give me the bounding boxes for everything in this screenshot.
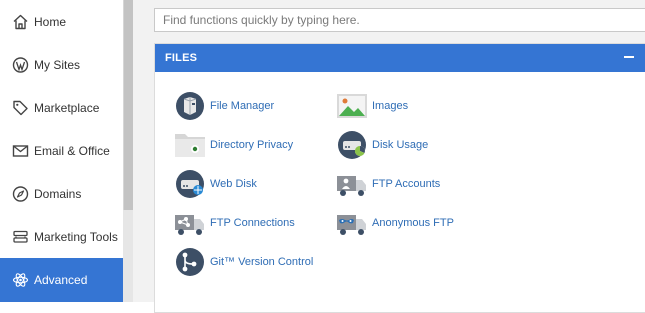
directory-privacy-link[interactable]: Directory Privacy	[174, 130, 293, 160]
compass-icon	[12, 185, 29, 202]
mail-icon	[12, 144, 29, 157]
collapse-icon[interactable]	[624, 50, 636, 64]
home-icon	[13, 14, 28, 29]
stack-icon	[13, 230, 28, 243]
ftp-accounts-label: FTP Accounts	[372, 178, 441, 190]
ftp-connections-icon	[174, 208, 206, 238]
search-input[interactable]	[154, 8, 645, 32]
file-manager-label: File Manager	[210, 100, 275, 112]
web-disk-link[interactable]: Web Disk	[174, 169, 257, 199]
anonymous-ftp-link[interactable]: Anonymous FTP	[336, 208, 454, 238]
sidebar-item-marketing-tools[interactable]: Marketing Tools	[0, 215, 123, 258]
file-manager-icon	[174, 91, 206, 121]
directory-privacy-label: Directory Privacy	[210, 139, 294, 151]
git-version-control-label: Git™ Version Control	[210, 256, 314, 268]
sidebar-item-label: My Sites	[34, 57, 81, 72]
images-link[interactable]: Images	[336, 91, 408, 121]
sidebar-item-label: Home	[34, 14, 67, 29]
sidebar-item-marketplace[interactable]: Marketplace	[0, 86, 123, 129]
tag-icon	[13, 100, 28, 115]
wordpress-icon	[12, 56, 29, 73]
sidebar-item-label: Email & Office	[34, 143, 110, 158]
disk-usage-label: Disk Usage	[372, 139, 429, 151]
images-icon	[336, 91, 368, 121]
web-disk-icon	[174, 169, 206, 199]
directory-privacy-icon	[174, 130, 206, 160]
git-version-control-link[interactable]: Git™ Version Control	[174, 247, 313, 277]
files-panel-title: FILES	[165, 52, 198, 64]
sidebar-scrollbar-thumb[interactable]	[123, 0, 133, 210]
files-panel: FILES File Manager Directory Privacy Web…	[154, 43, 645, 313]
anonymous-ftp-label: Anonymous FTP	[372, 217, 454, 229]
sidebar: Home My Sites Marketplace Email & Office…	[0, 0, 123, 302]
disk-usage-link[interactable]: Disk Usage	[336, 130, 428, 160]
files-panel-header[interactable]: FILES	[155, 44, 645, 72]
ftp-connections-label: FTP Connections	[210, 217, 295, 229]
sidebar-item-label: Marketplace	[34, 100, 100, 115]
sidebar-item-domains[interactable]: Domains	[0, 172, 123, 215]
file-manager-link[interactable]: File Manager	[174, 91, 274, 121]
git-icon	[174, 247, 206, 277]
sidebar-item-home[interactable]: Home	[0, 0, 123, 43]
atom-icon	[12, 273, 29, 287]
disk-usage-icon	[336, 130, 368, 160]
sidebar-item-label: Advanced	[34, 273, 88, 287]
ftp-accounts-link[interactable]: FTP Accounts	[336, 169, 440, 199]
sidebar-item-label: Domains	[34, 186, 82, 201]
web-disk-label: Web Disk	[210, 178, 257, 190]
images-label: Images	[372, 100, 409, 112]
sidebar-item-label: Marketing Tools	[34, 229, 118, 244]
ftp-connections-link[interactable]: FTP Connections	[174, 208, 295, 238]
anonymous-ftp-icon	[336, 208, 368, 238]
sidebar-item-email-office[interactable]: Email & Office	[0, 129, 123, 172]
sidebar-item-advanced[interactable]: Advanced	[0, 258, 123, 302]
sidebar-item-my-sites[interactable]: My Sites	[0, 43, 123, 86]
ftp-accounts-icon	[336, 169, 368, 199]
